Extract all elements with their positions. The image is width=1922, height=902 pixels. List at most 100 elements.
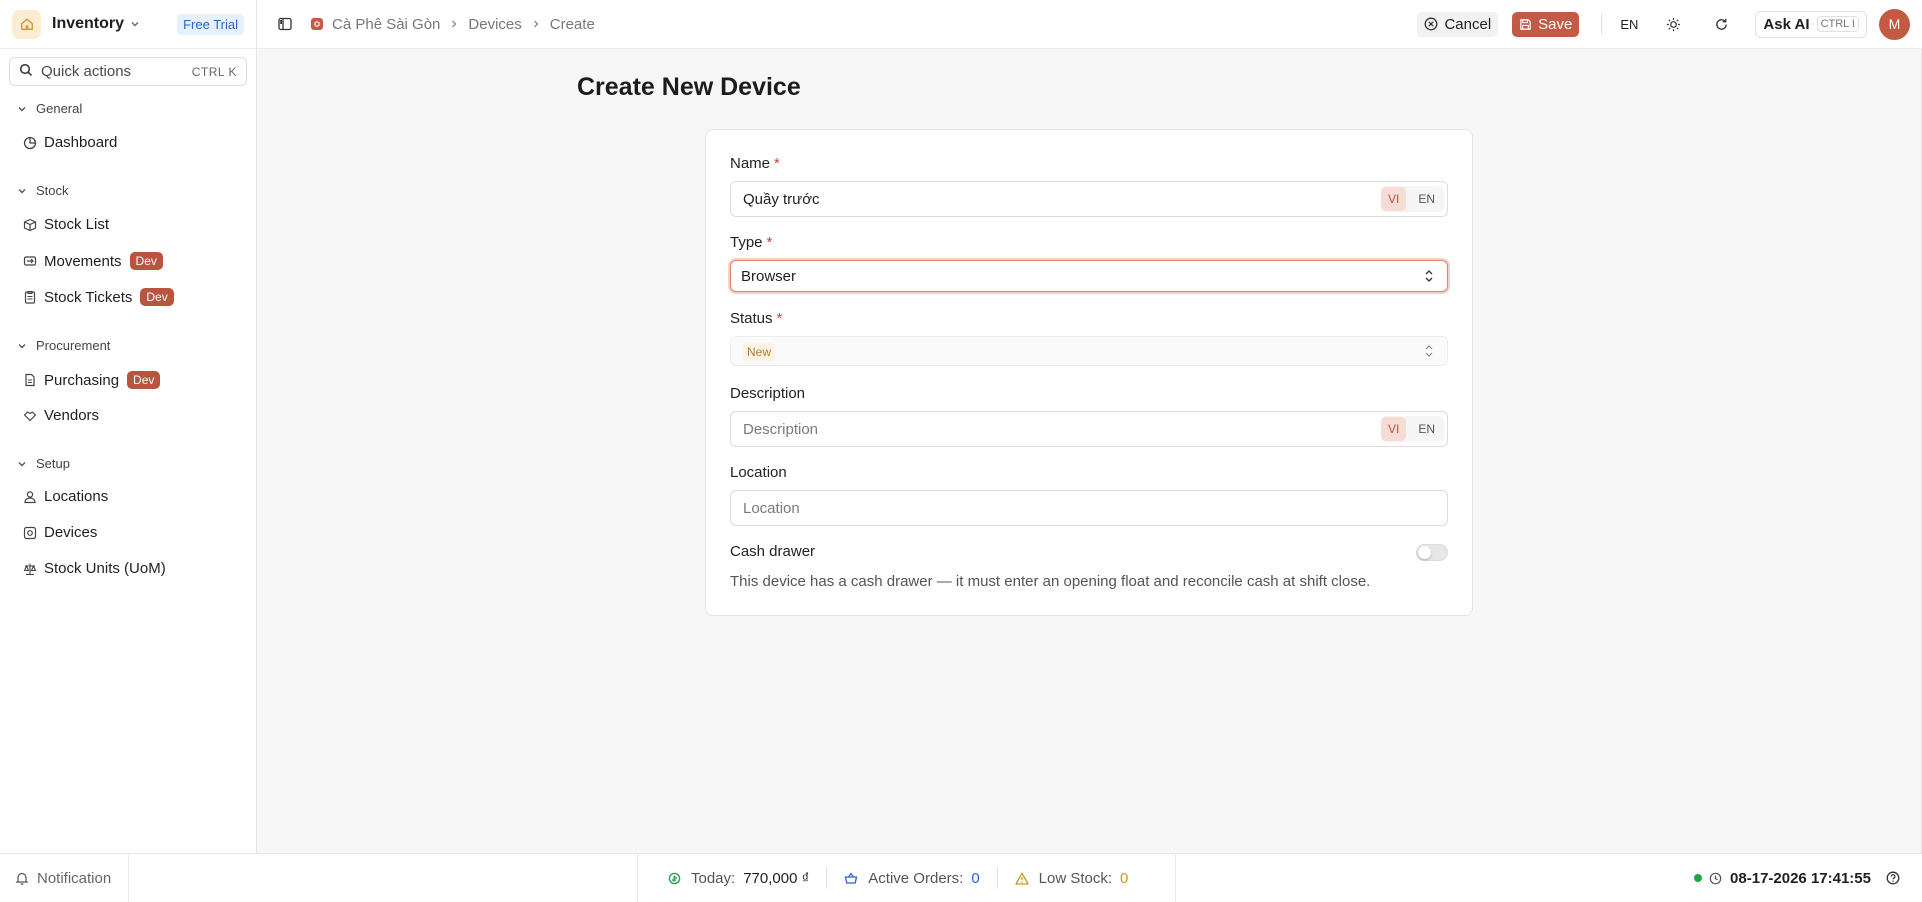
cash-drawer-switch[interactable]: [1416, 544, 1448, 561]
sidebar-item-label: Stock Tickets: [44, 288, 133, 306]
save-label: Save: [1538, 15, 1573, 33]
low-stock-value: 0: [1120, 869, 1129, 887]
lang-vi-tab[interactable]: VI: [1380, 417, 1407, 441]
quick-actions-shortcut: CTRL K: [191, 64, 237, 79]
sidebar-item-purchasing[interactable]: Purchasing Dev: [23, 371, 161, 389]
description-placeholder: Description: [743, 420, 819, 438]
type-label: Type *: [730, 234, 773, 251]
description-language-toggle: VI EN: [1380, 416, 1444, 442]
lang-en-tab[interactable]: EN: [1406, 417, 1444, 441]
bell-icon: [15, 872, 29, 885]
group-title: Stock: [36, 183, 69, 198]
chevron-right-icon: [531, 19, 541, 29]
sidebar-item-label: Purchasing: [44, 371, 120, 389]
name-field[interactable]: Quầy trước VI EN: [730, 181, 1448, 217]
breadcrumb-org[interactable]: Cà Phê Sài Gòn: [332, 16, 440, 33]
movements-icon: [23, 254, 37, 268]
sidebar-item-stock-units[interactable]: Stock Units (UoM): [23, 560, 166, 577]
chevron-up-down-icon: [1425, 345, 1433, 357]
stat-divider: [996, 867, 998, 889]
app-switcher[interactable]: Inventory Free Trial: [0, 0, 256, 49]
low-stock-stat[interactable]: Low Stock: 0: [1015, 869, 1129, 887]
type-value: Browser: [741, 267, 797, 285]
cash-drawer-label: Cash drawer: [730, 543, 816, 560]
cash-drawer-hint: This device has a cash drawer — it must …: [730, 573, 1371, 590]
help-icon[interactable]: [1886, 871, 1900, 885]
sidebar-item-locations[interactable]: Locations: [23, 488, 108, 505]
chevron-up-down-icon: [1425, 270, 1433, 282]
active-orders-value: 0: [971, 869, 980, 887]
breadcrumb-devices[interactable]: Devices: [468, 16, 521, 33]
today-label: Today:: [691, 869, 736, 887]
lang-vi-tab[interactable]: VI: [1380, 187, 1407, 211]
lang-en-tab[interactable]: EN: [1406, 187, 1444, 211]
org-logo-icon: [311, 18, 323, 30]
breadcrumb: Cà Phê Sài Gòn Devices Create: [305, 16, 595, 33]
handshake-icon: [23, 409, 37, 423]
quick-actions-label: Quick actions: [41, 63, 132, 80]
plan-badge[interactable]: Free Trial: [177, 13, 244, 35]
group-title: Setup: [36, 456, 70, 471]
active-orders-label: Active Orders:: [868, 869, 964, 887]
clock: 08-17-2026 17:41:55: [1694, 854, 1900, 902]
ask-ai-shortcut: CTRL I: [1816, 16, 1859, 32]
scale-icon: [23, 562, 37, 576]
dev-badge: Dev: [129, 252, 163, 270]
page-title: Create New Device: [577, 73, 801, 101]
dev-badge: Dev: [127, 371, 161, 389]
chevron-down-icon: [130, 19, 140, 29]
location-label: Location: [730, 464, 787, 481]
chevron-down-icon: [18, 461, 26, 466]
description-label: Description: [730, 385, 806, 402]
group-toggle-procurement[interactable]: Procurement: [17, 338, 110, 353]
sidebar-item-label: Dashboard: [44, 134, 118, 151]
sidebar-item-movements[interactable]: Movements Dev: [23, 252, 163, 270]
sidebar-item-dashboard[interactable]: Dashboard: [23, 134, 117, 151]
chevron-down-icon: [18, 343, 26, 348]
group-toggle-setup[interactable]: Setup: [17, 456, 70, 471]
cancel-button[interactable]: Cancel: [1417, 11, 1499, 37]
sidebar-item-devices[interactable]: Devices: [23, 524, 97, 541]
today-stat: Today: 770,000 ₫: [668, 870, 809, 887]
low-stock-label: Low Stock:: [1038, 869, 1113, 887]
description-field[interactable]: Description VI EN: [730, 411, 1448, 447]
sidebar-item-label: Stock Units (UoM): [44, 560, 166, 577]
status-select[interactable]: New: [730, 336, 1448, 366]
location-field[interactable]: Location: [730, 490, 1448, 526]
sidebar-item-vendors[interactable]: Vendors: [23, 407, 99, 424]
sidebar-item-label: Locations: [44, 488, 109, 505]
theme-toggle-icon[interactable]: [1663, 14, 1683, 34]
quick-actions-button[interactable]: Quick actions CTRL K: [9, 57, 247, 86]
ask-ai-label: Ask AI: [1763, 15, 1810, 33]
refresh-icon[interactable]: [1711, 14, 1731, 34]
sidebar: Inventory Free Trial Quick actions CTRL …: [0, 0, 257, 853]
name-value: Quầy trước: [743, 190, 820, 208]
cancel-label: Cancel: [1444, 15, 1492, 33]
sidebar-item-label: Vendors: [44, 407, 100, 424]
ask-ai-button[interactable]: Ask AI CTRL I: [1755, 10, 1867, 38]
sidebar-item-stock-list[interactable]: Stock List: [23, 216, 109, 233]
avatar[interactable]: M: [1879, 8, 1910, 40]
sidebar-item-label: Stock List: [44, 216, 110, 233]
group-toggle-general[interactable]: General: [17, 101, 82, 116]
type-select[interactable]: Browser: [730, 260, 1448, 292]
active-orders-stat[interactable]: Active Orders: 0: [844, 869, 980, 887]
save-button[interactable]: Save: [1512, 11, 1580, 37]
sidebar-item-stock-tickets[interactable]: Stock Tickets Dev: [23, 288, 174, 306]
boxes-icon: [23, 218, 37, 232]
group-toggle-stock[interactable]: Stock: [17, 183, 69, 198]
dev-badge: Dev: [140, 288, 174, 306]
notification-label: Notification: [37, 869, 112, 887]
app-name: Inventory: [52, 15, 125, 32]
clipboard-icon: [23, 290, 37, 304]
save-icon: [1520, 18, 1531, 30]
sidebar-toggle-icon[interactable]: [275, 14, 295, 34]
sidebar-item-label: Devices: [44, 524, 98, 541]
notification-button[interactable]: Notification: [0, 854, 129, 902]
device-icon: [23, 526, 37, 540]
breadcrumb-current: Create: [549, 15, 595, 33]
warning-icon: [1015, 872, 1029, 885]
status-value: New: [743, 342, 776, 361]
location-placeholder: Location: [743, 499, 800, 517]
language-switcher[interactable]: EN: [1620, 17, 1638, 32]
